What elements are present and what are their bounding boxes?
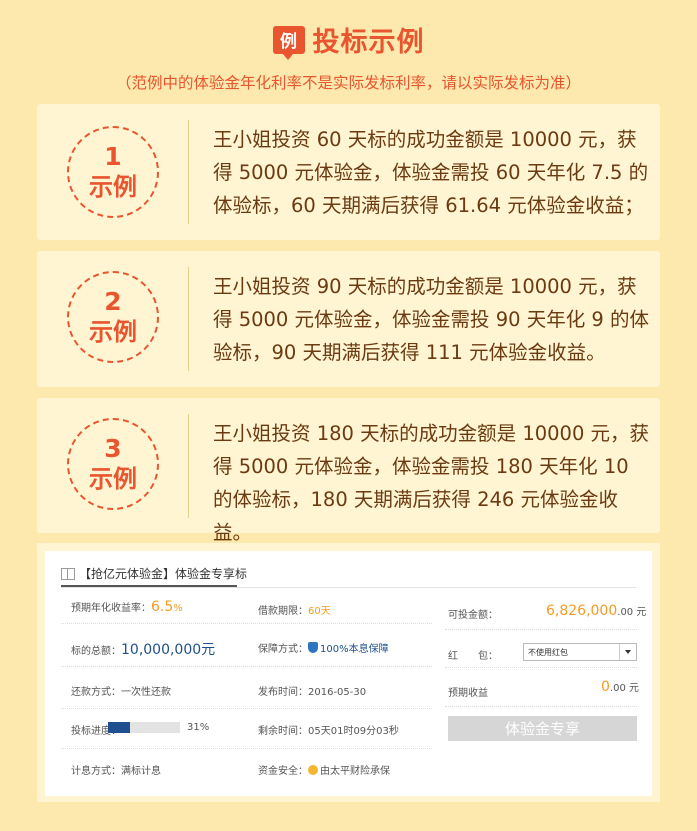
remaining-field: 剩余时间：05天01时09分03秒 — [258, 722, 399, 737]
remaining-value: 05天01时09分03秒 — [308, 726, 399, 737]
shield-icon — [308, 642, 318, 653]
insurance-icon — [308, 765, 318, 775]
term-label: 借款期限： — [258, 606, 308, 617]
example-badge: 例 — [272, 25, 305, 60]
expected-field: 预期收益 — [448, 684, 488, 699]
rate-label: 预期年化收益率： — [71, 603, 151, 614]
example-circle: 2 示例 — [67, 271, 159, 363]
expected-value: 0 — [601, 679, 610, 695]
rate-unit: % — [173, 603, 183, 614]
example-number: 3 — [104, 434, 122, 463]
publish-value: 2016-05-30 — [308, 687, 367, 698]
example-label: 示例 — [89, 465, 137, 493]
gift-icon — [61, 567, 75, 580]
term-field: 借款期限：60天 — [258, 602, 331, 617]
loan-screenshot: 【抢亿元体验金】体验金专享标 预期年化收益率：6.5% 借款期限：60天 可投金… — [45, 551, 652, 796]
divider — [188, 267, 189, 371]
repay-label: 还款方式： — [71, 687, 121, 698]
example-label: 示例 — [89, 318, 137, 346]
publish-field: 发布时间：2016-05-30 — [258, 683, 366, 698]
chevron-down-icon — [625, 650, 631, 654]
available-unit: .00 元 — [617, 607, 647, 618]
example-card-2: 2 示例 王小姐投资 90 天标的成功金额是 10000 元，获得 5000 元… — [37, 251, 660, 387]
divider — [188, 414, 189, 518]
expected-unit: .00 元 — [609, 683, 640, 694]
row-separator — [61, 748, 432, 749]
available-amount: 6,826,000.00 元 — [546, 603, 646, 619]
expected-label: 预期收益 — [448, 688, 488, 699]
row-separator — [445, 706, 637, 707]
repay-field: 还款方式：一次性还款 — [71, 683, 171, 698]
expected-amount: 0.00 元 — [601, 679, 639, 695]
progress-percent: 31% — [187, 722, 210, 733]
security-label: 资金安全： — [258, 766, 308, 777]
example-circle: 3 示例 — [67, 418, 159, 510]
example-number: 1 — [104, 142, 122, 171]
available-label: 可投金额： — [448, 610, 498, 621]
interest-label: 计息方式： — [71, 766, 121, 777]
term-value: 60天 — [308, 606, 331, 617]
available-field: 可投金额： — [448, 606, 498, 621]
rate-field: 预期年化收益率：6.5% — [71, 599, 183, 615]
row-separator — [61, 623, 432, 624]
example-text: 王小姐投资 90 天标的成功金额是 10000 元，获得 5000 元体验金，体… — [213, 275, 650, 364]
example-text: 王小姐投资 60 天标的成功金额是 10000 元，获得 5000 元体验金，体… — [213, 128, 649, 217]
repay-value: 一次性还款 — [121, 687, 171, 698]
experience-fund-button[interactable]: 体验金专享 — [448, 716, 637, 741]
row-separator — [61, 708, 432, 709]
loan-title: 【抢亿元体验金】体验金专享标 — [79, 567, 248, 581]
publish-label: 发布时间： — [258, 687, 308, 698]
remaining-label: 剩余时间： — [258, 726, 308, 737]
example-card-3: 3 示例 王小姐投资 180 天标的成功金额是 10000 元，获得 5000 … — [37, 398, 660, 544]
header-divider — [61, 587, 636, 588]
redpack-select-value: 不使用红包 — [528, 648, 568, 657]
total-value: 10,000,000元 — [121, 642, 216, 658]
example-label: 示例 — [89, 173, 137, 201]
security-field: 资金安全： 由太平财险承保 — [258, 762, 390, 777]
progress-bar — [108, 722, 180, 733]
example-number: 2 — [104, 287, 122, 316]
example-circle: 1 示例 — [67, 126, 159, 218]
guarantee-label: 保障方式： — [258, 644, 308, 655]
row-separator — [445, 629, 637, 630]
example-card-1: 1 示例 王小姐投资 60 天标的成功金额是 10000 元，获得 5000 元… — [37, 104, 660, 240]
guarantee-field: 保障方式： 100%本息保障 — [258, 640, 389, 655]
redpack-field: 红 包： — [448, 647, 498, 662]
divider — [188, 120, 189, 224]
row-separator — [445, 667, 637, 668]
rate-value: 6.5 — [151, 599, 174, 615]
progress-fill — [108, 722, 131, 733]
loan-heading: 【抢亿元体验金】体验金专享标 — [61, 565, 247, 582]
total-label: 标的总额： — [71, 646, 121, 657]
page-header: 例 投标示例 （范例中的体验金年化利率不是实际发标利率，请以实际发标为准） — [0, 20, 697, 93]
interest-value: 满标计息 — [121, 766, 161, 777]
select-separator — [619, 644, 620, 660]
interest-field: 计息方式：满标计息 — [71, 762, 161, 777]
total-field: 标的总额：10,000,000元 — [71, 639, 215, 659]
redpack-label: 红 包： — [448, 651, 498, 662]
row-separator — [61, 666, 432, 667]
available-value: 6,826,000 — [546, 603, 618, 619]
guarantee-value: 100%本息保障 — [320, 644, 389, 655]
redpack-select[interactable]: 不使用红包 — [523, 643, 637, 661]
page-title: 投标示例 — [312, 27, 425, 58]
example-text: 王小姐投资 180 天标的成功金额是 10000 元，获得 5000 元体验金，… — [213, 422, 650, 544]
page-subtitle: （范例中的体验金年化利率不是实际发标利率，请以实际发标为准） — [115, 74, 581, 92]
security-value: 由太平财险承保 — [320, 766, 390, 777]
